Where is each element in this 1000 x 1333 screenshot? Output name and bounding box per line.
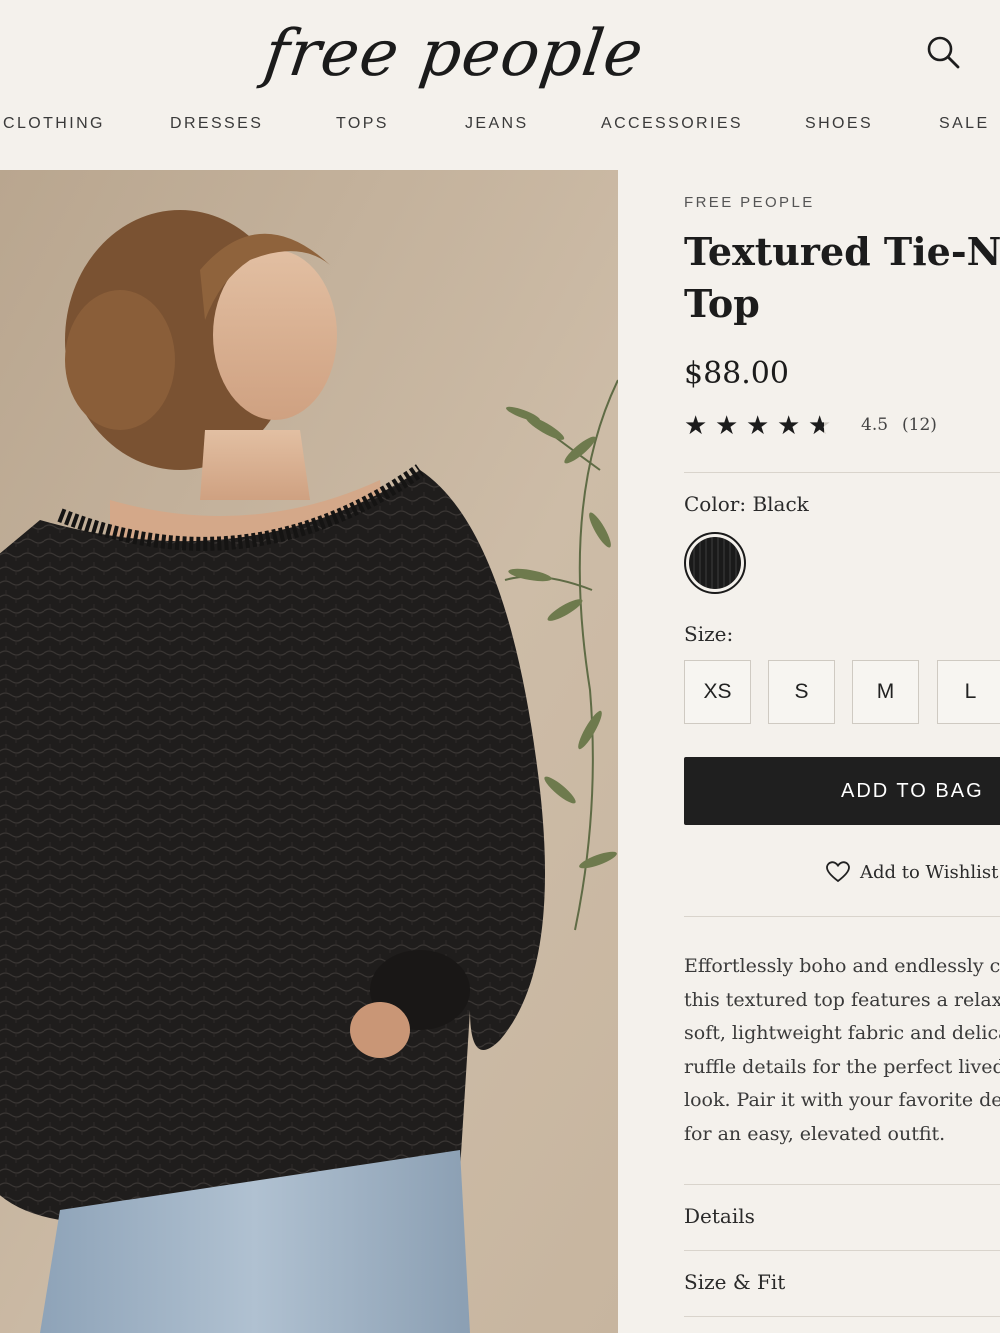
color-swatch-black[interactable] bbox=[684, 532, 746, 594]
description-line: look. Pair it with your favorite denim bbox=[684, 1089, 1000, 1112]
rating-value: 4.5 bbox=[861, 415, 889, 435]
nav-accessories[interactable]: ACCESSORIES bbox=[601, 108, 743, 140]
description-line: for an easy, elevated outfit. bbox=[684, 1122, 946, 1145]
product-brand[interactable]: FREE PEOPLE bbox=[684, 194, 815, 211]
product-description: Effortlessly boho and endlessly chic, th… bbox=[684, 950, 1000, 1152]
nav-sale[interactable]: SALE bbox=[939, 108, 990, 140]
nav-clothing[interactable]: CLOTHING bbox=[3, 108, 105, 140]
star-icon: ★ bbox=[746, 410, 770, 440]
star-rating: ★ ★ ★ ★ ★ ★ bbox=[684, 410, 839, 440]
star-icon: ★ ★ bbox=[808, 410, 832, 440]
product-info-panel: FREE PEOPLE Textured Tie-Neck Top $88.00… bbox=[684, 170, 1000, 1333]
star-icon: ★ bbox=[684, 410, 708, 440]
wishlist-label: Add to Wishlist bbox=[860, 861, 999, 883]
add-to-wishlist-button[interactable]: Add to Wishlist bbox=[826, 858, 998, 886]
size-option-l[interactable]: L bbox=[937, 660, 1000, 724]
accordion-size-fit[interactable]: Size & Fit bbox=[684, 1252, 1000, 1316]
review-count[interactable]: (12) bbox=[902, 415, 937, 435]
add-to-bag-button[interactable]: ADD TO BAG bbox=[684, 757, 1000, 825]
product-photo-illustration bbox=[0, 170, 618, 1333]
size-option-s[interactable]: S bbox=[768, 660, 835, 724]
nav-dresses[interactable]: DRESSES bbox=[170, 108, 263, 140]
nav-tops[interactable]: TOPS bbox=[336, 108, 389, 140]
product-price: $88.00 bbox=[684, 356, 789, 391]
site-header: free people CLOTHING DRESSES TOPS JEANS … bbox=[0, 0, 1000, 168]
divider bbox=[684, 472, 1000, 473]
divider bbox=[684, 1250, 1000, 1251]
size-option-xs[interactable]: XS bbox=[684, 660, 751, 724]
star-icon: ★ bbox=[715, 410, 739, 440]
size-option-m[interactable]: M bbox=[852, 660, 919, 724]
swatch-fill bbox=[689, 537, 741, 589]
nav-shoes[interactable]: SHOES bbox=[805, 108, 873, 140]
description-line: this textured top features a relaxed fit… bbox=[684, 988, 1000, 1011]
search-icon bbox=[927, 36, 960, 69]
main-nav: CLOTHING DRESSES TOPS JEANS ACCESSORIES … bbox=[0, 108, 1000, 140]
star-icon: ★ bbox=[777, 410, 801, 440]
color-label: Color: Black bbox=[684, 492, 809, 516]
rating-summary[interactable]: ★ ★ ★ ★ ★ ★ 4.5 (12) bbox=[684, 410, 937, 440]
description-line: Effortlessly boho and endlessly chic, bbox=[684, 955, 1000, 977]
description-line: soft, lightweight fabric and delicate bbox=[684, 1022, 1000, 1045]
site-logo[interactable]: free people bbox=[259, 14, 648, 94]
search-button[interactable] bbox=[924, 33, 962, 71]
accordion-size-fit-label: Size & Fit bbox=[684, 1270, 786, 1294]
accordion-details-label: Details bbox=[684, 1204, 755, 1228]
description-line: ruffle details for the perfect lived-in bbox=[684, 1055, 1000, 1078]
divider bbox=[684, 916, 1000, 917]
nav-jeans[interactable]: JEANS bbox=[465, 108, 529, 140]
product-title-line1: Textured Tie-Neck bbox=[684, 229, 1000, 274]
product-title: Textured Tie-Neck Top bbox=[684, 226, 1000, 330]
product-title-line2: Top bbox=[684, 281, 760, 326]
heart-icon bbox=[826, 861, 850, 883]
size-label: Size: bbox=[684, 622, 734, 646]
product-image[interactable] bbox=[0, 170, 618, 1333]
divider bbox=[684, 1316, 1000, 1317]
accordion-details[interactable]: Details bbox=[684, 1186, 1000, 1250]
divider bbox=[684, 1184, 1000, 1185]
